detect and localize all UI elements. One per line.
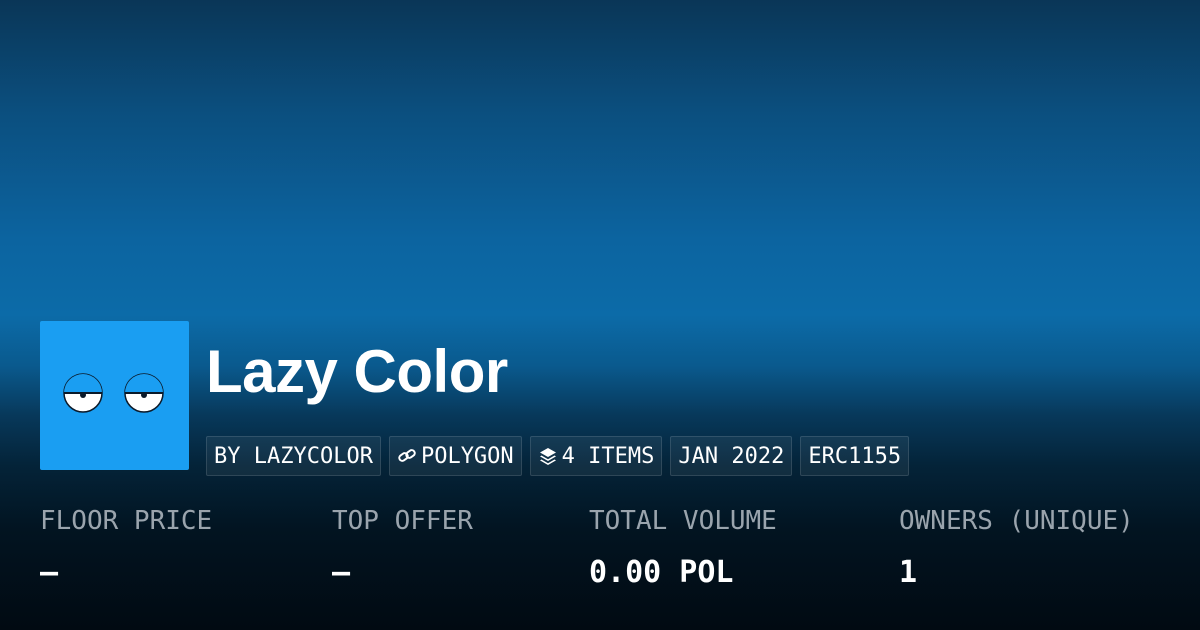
standard-tag: ERC1155 xyxy=(800,436,910,476)
top-offer-stat: TOP OFFER — xyxy=(332,506,473,590)
owners-stat: OWNERS (UNIQUE) 1 xyxy=(899,506,1134,590)
floor-price-label: FLOOR PRICE xyxy=(40,506,213,536)
collection-tags: BY LAZYCOLOR POLYGON 4 ITEMS JAN 2022 ER… xyxy=(206,436,910,476)
floor-price-value: — xyxy=(40,555,59,590)
standard-tag-label: ERC1155 xyxy=(808,443,902,469)
total-volume-label: TOTAL VOLUME xyxy=(589,506,777,536)
owners-value: 1 xyxy=(899,555,918,590)
items-tag[interactable]: 4 ITEMS xyxy=(529,436,663,476)
collection-stats: FLOOR PRICE — TOP OFFER — TOTAL VOLUME 0… xyxy=(40,506,1180,606)
creator-tag-label: BY LAZYCOLOR xyxy=(214,443,373,469)
title-block: Lazy Color BY LAZYCOLOR POLYGON 4 ITEMS … xyxy=(206,321,910,476)
date-tag-label: JAN 2022 xyxy=(678,443,785,469)
total-volume-value: 0.00 POL xyxy=(589,555,734,590)
date-tag: JAN 2022 xyxy=(670,436,793,476)
items-tag-label: 4 ITEMS xyxy=(561,443,655,469)
chain-tag-label: POLYGON xyxy=(420,443,514,469)
floor-price-stat: FLOOR PRICE — xyxy=(40,506,212,590)
owners-label: OWNERS (UNIQUE) xyxy=(899,506,1134,536)
total-volume-stat: TOTAL VOLUME 0.00 POL xyxy=(589,506,777,590)
creator-tag[interactable]: BY LAZYCOLOR xyxy=(206,436,381,476)
sleepy-eyes-icon xyxy=(63,373,164,413)
layers-icon xyxy=(538,446,558,466)
top-offer-label: TOP OFFER xyxy=(332,506,473,536)
collection-header: Lazy Color BY LAZYCOLOR POLYGON 4 ITEMS … xyxy=(40,321,910,476)
collection-logo[interactable] xyxy=(40,321,189,470)
top-offer-value: — xyxy=(332,555,351,590)
chain-tag[interactable]: POLYGON xyxy=(388,436,522,476)
polygon-link-icon xyxy=(397,446,417,466)
collection-title: Lazy Color xyxy=(206,338,508,405)
